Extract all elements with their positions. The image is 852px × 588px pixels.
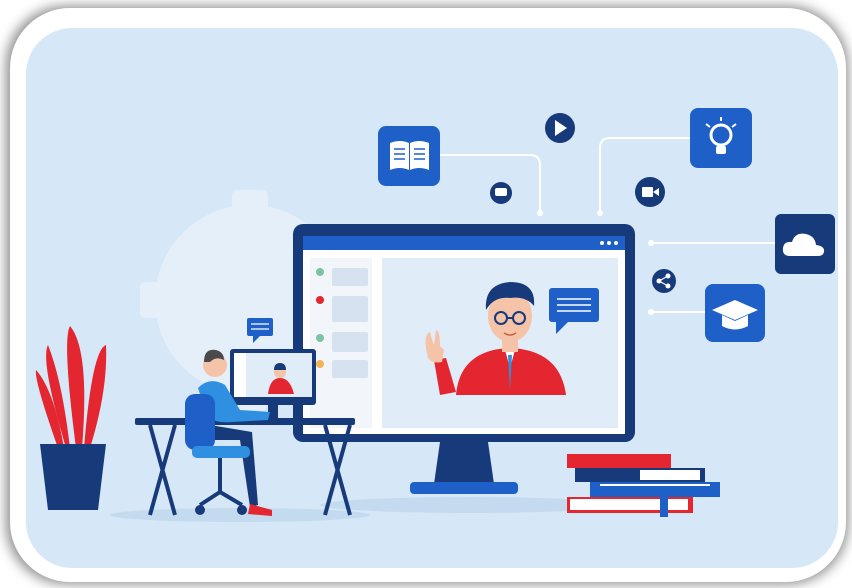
connector-dot: [648, 309, 654, 315]
video-camera-icon: [635, 177, 665, 207]
cloud-icon: [775, 214, 835, 274]
share-icon: [652, 269, 676, 293]
illustration-frame: [0, 0, 852, 588]
online-learning-illustration: [6, 6, 848, 584]
connector-dot: [537, 210, 543, 216]
open-book-icon: [378, 126, 440, 186]
play-icon: [545, 113, 575, 143]
connector-dot: [648, 240, 654, 246]
lightbulb-icon: [690, 108, 752, 168]
chat-bubble-icon: [490, 182, 512, 204]
connector-dot: [597, 210, 603, 216]
graduation-cap-icon: [705, 284, 765, 342]
